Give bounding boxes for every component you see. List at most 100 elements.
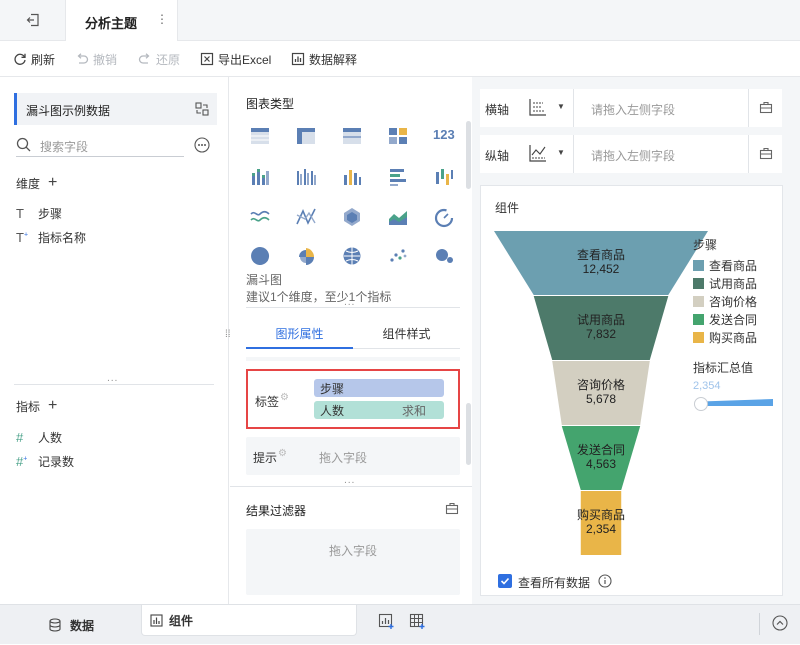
data-tab[interactable]: 数据: [0, 605, 140, 645]
bar-chart-icon[interactable]: [341, 166, 363, 188]
line-chart-icon[interactable]: [249, 206, 271, 228]
add-dimension-icon[interactable]: +: [48, 174, 57, 192]
label-pill-people[interactable]: 人数 求和: [314, 401, 444, 419]
measure-item[interactable]: # 人数: [16, 428, 62, 446]
dimension-item-label: 步骤: [38, 206, 63, 221]
export-excel-button[interactable]: 导出Excel: [200, 50, 271, 68]
legend-swatch: [693, 295, 704, 307]
legend-label: 咨询价格: [709, 294, 758, 309]
table-chart-icon[interactable]: [249, 125, 271, 147]
search-field[interactable]: 搜索字段: [16, 135, 184, 157]
chevron-down-icon[interactable]: ▼: [557, 148, 565, 157]
scatter-chart-icon[interactable]: [387, 245, 409, 267]
radar-line-icon[interactable]: [295, 206, 317, 228]
dimension-item[interactable]: T+ 指标名称: [16, 228, 86, 246]
tooltip-section[interactable]: 提示 ⚙ 拖入字段: [246, 437, 460, 475]
collapse-up-icon[interactable]: [772, 615, 788, 631]
legend-item[interactable]: 购买商品: [693, 330, 758, 345]
grouped-bar-icon[interactable]: [295, 166, 317, 188]
filter-drop-area[interactable]: 拖入字段: [246, 529, 460, 595]
tab-graphic-properties[interactable]: 图形属性: [246, 319, 353, 349]
tab-component-style[interactable]: 组件样式: [353, 319, 460, 349]
funnel-segment-label: 查看商品 12,452: [541, 248, 661, 276]
horizontal-bar-icon[interactable]: [387, 166, 409, 188]
kpi-card-icon[interactable]: [387, 125, 409, 147]
dimension-item[interactable]: T 步骤: [16, 204, 62, 222]
more-options-icon[interactable]: [194, 137, 210, 153]
filter-placeholder: 拖入字段: [329, 544, 378, 558]
properties-scrollbar[interactable]: [466, 403, 471, 465]
tooltip-placeholder: 拖入字段: [319, 451, 368, 465]
show-all-data-label: 查看所有数据: [518, 576, 591, 590]
more-vertical-icon[interactable]: ⋮: [156, 12, 168, 26]
number-calculated-field-icon: #+: [16, 453, 28, 469]
resize-handle-icon[interactable]: ∙∙∙: [344, 299, 355, 310]
exit-button[interactable]: [0, 0, 66, 40]
y-axis-type-icon[interactable]: [528, 143, 548, 163]
text-calculated-field-icon: T+: [16, 229, 29, 245]
funnel-category-label: 查看商品: [576, 248, 625, 262]
show-all-data-checkbox[interactable]: [498, 574, 512, 588]
legend-swatch: [693, 313, 704, 325]
label-pill-step[interactable]: 步骤: [314, 379, 444, 397]
label-pill-text: 人数: [320, 403, 345, 418]
label-section-title: 标签: [255, 395, 280, 409]
legend-item[interactable]: 发送合同: [693, 312, 757, 327]
chart-type-scrollbar[interactable]: [466, 121, 471, 189]
settings-gear-icon[interactable]: ⚙: [278, 448, 287, 459]
measure-item[interactable]: #+ 记录数: [16, 452, 74, 470]
y-axis-settings-icon[interactable]: [759, 147, 773, 160]
data-explain-button[interactable]: 数据解释: [291, 50, 357, 68]
undo-icon: [77, 53, 89, 64]
number-chart-icon[interactable]: 123: [433, 127, 455, 142]
bottom-bar: 数据 组件: [0, 604, 800, 644]
radar-chart-icon[interactable]: [341, 206, 363, 228]
component-tab-label: 组件: [169, 613, 194, 628]
resize-handle-icon[interactable]: ∙∙∙: [344, 477, 355, 488]
chevron-down-icon[interactable]: ▼: [557, 102, 565, 111]
analysis-tab[interactable]: 分析主题 ⋮: [66, 0, 178, 41]
add-component-icon[interactable]: [378, 613, 395, 630]
checkmark-icon: [500, 577, 510, 585]
size-legend-slider[interactable]: [693, 396, 773, 412]
data-tab-label: 数据: [70, 618, 95, 633]
redo-button[interactable]: 还原: [138, 50, 180, 68]
add-measure-icon[interactable]: +: [48, 397, 57, 415]
component-tab[interactable]: 组件: [141, 605, 357, 636]
tab-label: 图形属性: [275, 326, 324, 341]
x-axis-type-icon[interactable]: [528, 97, 548, 117]
x-axis-settings-icon[interactable]: [759, 101, 773, 114]
resize-handle-icon[interactable]: ∙∙∙: [107, 375, 118, 386]
legend-item[interactable]: 试用商品: [693, 276, 758, 291]
legend-item[interactable]: 咨询价格: [693, 294, 758, 309]
detail-table-icon[interactable]: [341, 125, 363, 147]
dataset-title: 漏斗图示例数据: [26, 104, 111, 118]
redo-label: 还原: [156, 52, 181, 67]
legend-item[interactable]: 查看商品: [693, 258, 758, 273]
filter-settings-icon[interactable]: [445, 502, 459, 515]
dimension-item-label: 指标名称: [38, 230, 87, 245]
cross-table-icon[interactable]: [295, 125, 317, 147]
map-chart-icon[interactable]: [341, 245, 363, 267]
legend-label: 购买商品: [709, 330, 758, 345]
size-legend-value: 2,354: [693, 380, 721, 392]
range-bar-icon[interactable]: [433, 166, 455, 188]
legend-label: 查看商品: [709, 258, 758, 273]
rose-pie-icon[interactable]: [295, 245, 317, 267]
component-canvas: 组件 查看商品 12,452 试用商品 7,832 咨询价格 5,678 发送合同 4,563…: [480, 185, 783, 596]
add-table-icon[interactable]: [409, 613, 426, 630]
settings-gear-icon[interactable]: ⚙: [280, 392, 289, 403]
dataset-selector[interactable]: 漏斗图示例数据: [14, 93, 217, 125]
switch-dataset-icon[interactable]: [195, 102, 209, 116]
pie-chart-icon[interactable]: [249, 245, 271, 267]
legend-label: 试用商品: [709, 276, 758, 291]
divider: [573, 135, 574, 173]
area-chart-icon[interactable]: [387, 206, 409, 228]
refresh-button[interactable]: 刷新: [13, 50, 55, 68]
funnel-segment-label: 试用商品 7,832: [541, 313, 661, 341]
info-icon[interactable]: [598, 574, 612, 588]
gauge-chart-icon[interactable]: [433, 206, 455, 228]
stacked-bar-icon[interactable]: [249, 166, 271, 188]
undo-button[interactable]: 撤销: [75, 50, 117, 68]
bubble-chart-icon[interactable]: [433, 245, 455, 267]
